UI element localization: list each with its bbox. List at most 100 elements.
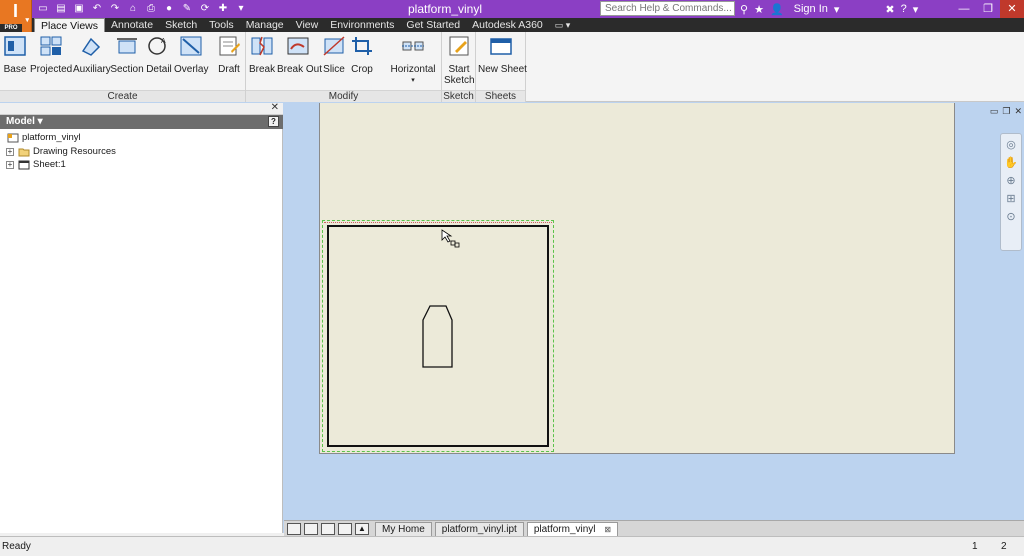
- mdi-close-icon[interactable]: ✕: [1014, 106, 1022, 117]
- horizontal-align-icon: [402, 41, 424, 51]
- ribbon-display-options-icon[interactable]: ▭ ▾: [549, 18, 577, 32]
- redo-icon[interactable]: ↷: [108, 2, 122, 15]
- project-icon[interactable]: ✚: [216, 2, 230, 15]
- model-dropdown-icon[interactable]: ▾: [38, 116, 43, 127]
- doc-tab-my-home[interactable]: My Home: [375, 521, 432, 536]
- draft-view-icon: [219, 36, 240, 56]
- tab-autodesk-a360[interactable]: Autodesk A360: [466, 18, 549, 32]
- slice-icon: [323, 36, 345, 56]
- vertical-layout-icon[interactable]: [338, 522, 352, 535]
- model-browser-tree: platform_vinyl + Drawing Resources + She…: [0, 129, 283, 533]
- draft-view-button[interactable]: Draft: [214, 35, 244, 75]
- qat-dropdown-icon[interactable]: ▾: [234, 2, 248, 15]
- app-menu-caret-icon: ▾: [25, 17, 29, 24]
- overlay-view-icon: [180, 36, 202, 56]
- sketch-panel-title: Sketch: [442, 90, 475, 102]
- pan-icon[interactable]: ✋: [1004, 156, 1018, 170]
- doc-tab-close-icon[interactable]: ⊠: [604, 525, 611, 534]
- sheets-panel-title: Sheets: [476, 90, 525, 102]
- tab-view[interactable]: View: [290, 18, 325, 32]
- undo-icon[interactable]: ↶: [90, 2, 104, 15]
- binoculars-icon[interactable]: ⚲: [740, 3, 748, 16]
- steering-wheel-icon[interactable]: ◎: [1004, 138, 1018, 152]
- horizontal-button[interactable]: Horizontal ▾: [388, 35, 438, 86]
- ribbon: Base Projected Auxiliary Section A Detai…: [0, 32, 1024, 102]
- mdi-restore-icon[interactable]: ❐: [1002, 106, 1010, 117]
- window-title: platform_vinyl: [407, 2, 483, 16]
- sheets-panel: New Sheet Sheets: [476, 32, 527, 102]
- expand-icon[interactable]: +: [6, 161, 14, 169]
- browser-help-icon[interactable]: ?: [268, 116, 279, 127]
- tree-item-drawing[interactable]: platform_vinyl: [7, 132, 81, 144]
- model-browser-label: Model: [6, 116, 35, 127]
- sign-in-button[interactable]: Sign In: [794, 3, 828, 15]
- help-dropdown-icon[interactable]: ▾: [913, 3, 919, 16]
- sign-in-dropdown-icon[interactable]: ▾: [834, 3, 840, 16]
- tab-manage[interactable]: Manage: [240, 18, 290, 32]
- navigation-bar: ◎ ✋ ⊕ ⊞ ⊙: [1000, 133, 1022, 251]
- open-icon[interactable]: ▤: [54, 2, 68, 15]
- cascade-layout-icon[interactable]: [304, 522, 318, 535]
- zoom-all-icon[interactable]: ⊙: [1004, 210, 1018, 224]
- horizontal-layout-icon[interactable]: [321, 522, 335, 535]
- base-view-button[interactable]: Base: [2, 35, 28, 75]
- save-icon[interactable]: ▣: [72, 2, 86, 15]
- star-icon[interactable]: ★: [754, 3, 764, 16]
- exchange-icon[interactable]: ✖: [885, 3, 894, 16]
- auxiliary-view-icon: [81, 37, 101, 56]
- minimize-icon[interactable]: —: [952, 0, 976, 18]
- restore-icon[interactable]: ❐: [976, 0, 1000, 18]
- document-tab-bar: ▲ My Home platform_vinyl.ipt platform_vi…: [284, 520, 1024, 536]
- print-icon[interactable]: ⎙: [144, 2, 158, 15]
- mdi-minimize-icon[interactable]: ▭: [990, 106, 999, 117]
- graphics-window[interactable]: ▭ ❐ ✕ ◎ ✋ ⊕ ⊞ ⊙: [284, 103, 1024, 520]
- search-input[interactable]: Search Help & Commands...: [600, 1, 735, 16]
- break-button[interactable]: Break: [249, 35, 275, 75]
- projected-view-button[interactable]: Projected: [30, 35, 72, 75]
- help-icon[interactable]: ?: [901, 3, 907, 15]
- section-view-button[interactable]: Section: [110, 35, 144, 75]
- new-icon[interactable]: ▭: [36, 2, 50, 15]
- tree-item-sheet[interactable]: + Sheet:1: [6, 159, 66, 171]
- horizontal-dropdown-icon[interactable]: ▾: [388, 75, 438, 86]
- close-icon[interactable]: ✕: [1000, 0, 1024, 18]
- create-panel: Base Projected Auxiliary Section A Detai…: [0, 32, 246, 102]
- document-list-icon[interactable]: ▲: [355, 522, 369, 535]
- tab-sketch[interactable]: Sketch: [159, 18, 203, 32]
- new-sheet-button[interactable]: New Sheet: [478, 35, 527, 75]
- model-browser-bar[interactable]: Model ▾ ?: [0, 115, 283, 129]
- break-icon: [251, 36, 273, 56]
- tree-item-drawing-resources[interactable]: + Drawing Resources: [6, 146, 116, 158]
- overlay-view-button[interactable]: Overlay: [174, 35, 208, 75]
- tab-tools[interactable]: Tools: [203, 18, 240, 32]
- zoom-icon[interactable]: ⊕: [1004, 174, 1018, 188]
- update-icon[interactable]: ⟳: [198, 2, 212, 15]
- home-icon[interactable]: ⌂: [126, 2, 140, 15]
- sketch-panel: Start Sketch Sketch: [442, 32, 476, 102]
- zoom-window-icon[interactable]: ⊞: [1004, 192, 1018, 206]
- start-sketch-button[interactable]: Start Sketch: [444, 35, 475, 86]
- titlebar-tools: ⚲ ★ 👤 Sign In ▾ ✖ ? ▾: [740, 1, 918, 17]
- crop-button[interactable]: Crop: [350, 35, 374, 75]
- measure-icon[interactable]: ✎: [180, 2, 194, 15]
- tab-get-started[interactable]: Get Started: [400, 18, 466, 32]
- auxiliary-view-button[interactable]: Auxiliary: [73, 35, 111, 75]
- doc-tab-drawing[interactable]: platform_vinyl ⊠: [526, 521, 619, 536]
- slice-button[interactable]: Slice: [322, 35, 346, 75]
- break-out-button[interactable]: Break Out: [277, 35, 322, 75]
- doc-tab-part[interactable]: platform_vinyl.ipt: [434, 521, 524, 536]
- tile-layout-icon[interactable]: [287, 522, 301, 535]
- part-profile[interactable]: [421, 305, 455, 369]
- tab-environments[interactable]: Environments: [324, 18, 400, 32]
- color-icon[interactable]: ●: [162, 2, 176, 15]
- status-count-1: 1: [972, 541, 978, 552]
- tab-annotate[interactable]: Annotate: [105, 18, 159, 32]
- edition-badge: PRO: [0, 24, 22, 32]
- expand-icon[interactable]: +: [6, 148, 14, 156]
- tab-place-views[interactable]: Place Views: [34, 18, 106, 32]
- application-menu-button[interactable]: I ▾ PRO: [0, 0, 32, 32]
- base-view-icon: [4, 36, 26, 56]
- browser-close-icon[interactable]: ✕: [271, 102, 279, 113]
- detail-view-button[interactable]: A Detail: [145, 35, 173, 75]
- window-controls: — ❐ ✕: [952, 0, 1024, 18]
